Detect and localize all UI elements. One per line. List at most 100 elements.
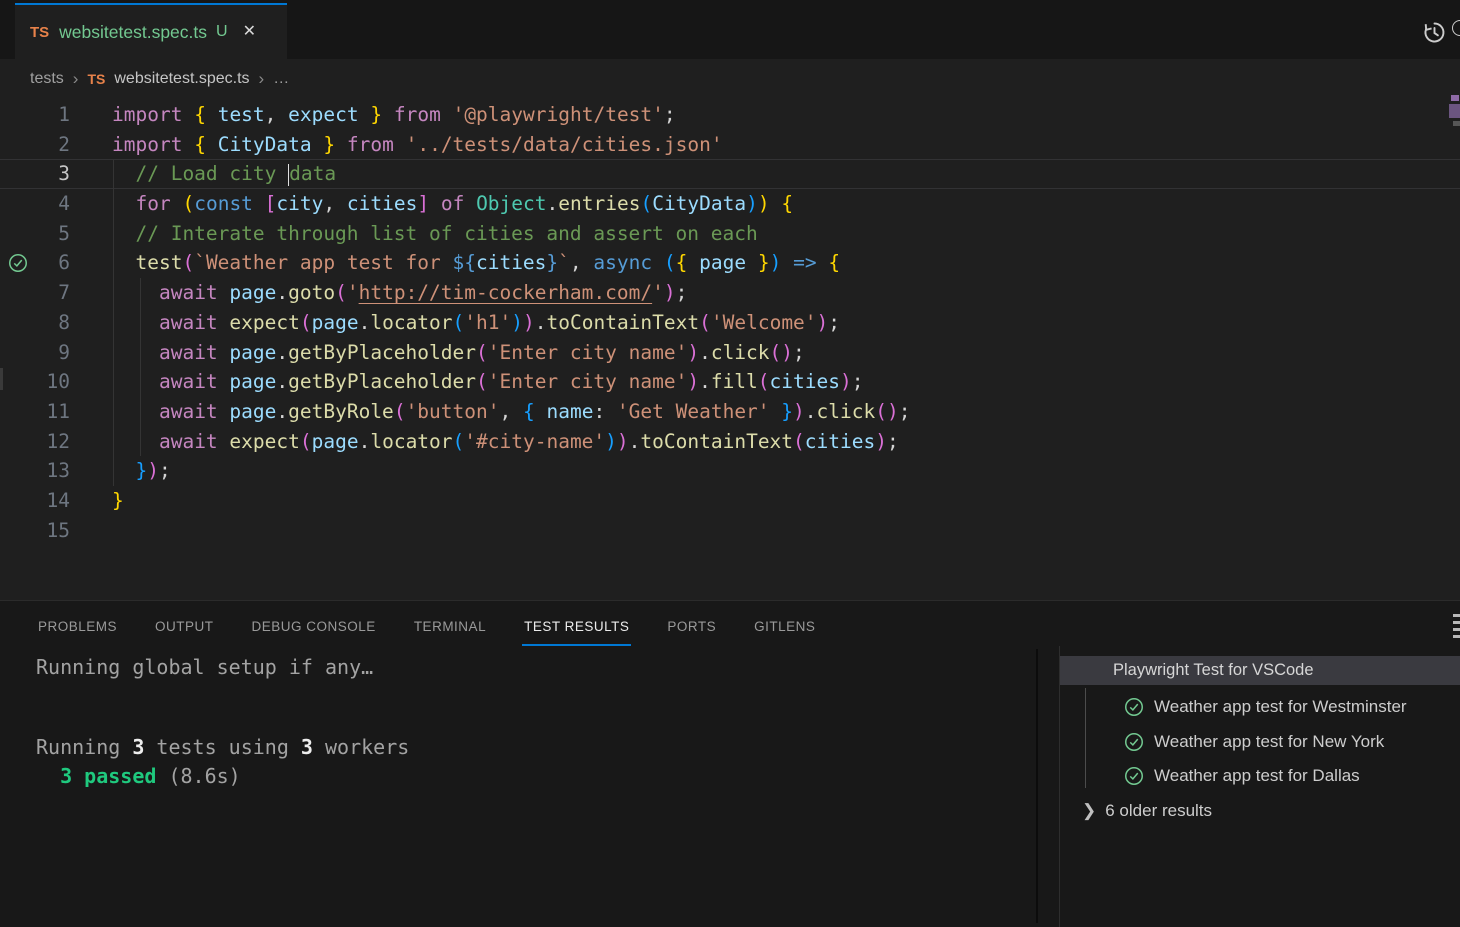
line-number: 2 — [36, 130, 70, 160]
gutter — [0, 367, 36, 397]
gutter-test-passed-icon[interactable] — [0, 248, 36, 278]
line-number: 12 — [36, 427, 70, 457]
code-line[interactable]: 6 test(`Weather app test for ${cities}`,… — [0, 248, 1460, 278]
test-passed-icon — [1124, 697, 1144, 717]
test-results-output[interactable]: Running global setup if any…Running 3 te… — [36, 653, 409, 791]
breadcrumb-file[interactable]: websitetest.spec.ts — [114, 70, 249, 88]
code-text: }); — [70, 456, 171, 486]
panel-tab-test-results[interactable]: TEST RESULTS — [524, 613, 629, 640]
gutter — [0, 486, 36, 516]
panel-splitter[interactable] — [1036, 649, 1038, 923]
panel-tab-gitlens[interactable]: GITLENS — [754, 613, 815, 640]
line-number: 7 — [36, 278, 70, 308]
gutter — [0, 456, 36, 486]
panel-tab-debug-console[interactable]: DEBUG CONSOLE — [252, 613, 376, 640]
code-editor: tests › TS websitetest.spec.ts › … 1impo… — [0, 59, 1460, 600]
code-line[interactable]: 5 // Interate through list of cities and… — [0, 219, 1460, 249]
code-text: await page.goto('http://tim-cockerham.co… — [70, 278, 687, 308]
bottom-panel: PROBLEMS OUTPUT DEBUG CONSOLE TERMINAL TEST … — [0, 600, 1460, 927]
breadcrumb-folder[interactable]: tests — [30, 70, 64, 88]
line-number: 10 — [36, 367, 70, 397]
gutter — [0, 219, 36, 249]
minimap[interactable] — [1451, 95, 1459, 101]
test-result-label: Weather app test for Dallas — [1154, 766, 1360, 786]
test-explorer-header[interactable]: Playwright Test for VSCode — [1060, 656, 1460, 685]
code-text: import { CityData } from '../tests/data/… — [70, 130, 723, 160]
gutter — [0, 100, 36, 130]
minimap[interactable] — [1449, 104, 1460, 118]
code-text: await page.getByPlaceholder('Enter city … — [70, 338, 805, 368]
code-line[interactable]: 1import { test, expect } from '@playwrig… — [0, 100, 1460, 130]
line-number: 14 — [36, 486, 70, 516]
code-line[interactable]: 8 await expect(page.locator('h1')).toCon… — [0, 308, 1460, 338]
line-number: 13 — [36, 456, 70, 486]
code-line[interactable]: 12 await expect(page.locator('#city-name… — [0, 427, 1460, 457]
line-number: 15 — [36, 516, 70, 546]
code-text: await expect(page.locator('#city-name'))… — [70, 427, 899, 457]
code-text: // Load city data — [70, 159, 336, 189]
chevron-right-icon: ❯ — [1082, 801, 1096, 821]
code-line[interactable]: 11 await page.getByRole('button', { name… — [0, 397, 1460, 427]
tab-websitetest-spec[interactable]: TS websitetest.spec.ts U ✕ — [15, 3, 287, 59]
typescript-file-icon: TS — [30, 24, 49, 41]
test-result-row[interactable]: Weather app test for Westminster — [1060, 690, 1460, 725]
panel-tab-output[interactable]: OUTPUT — [155, 613, 214, 640]
gutter — [0, 278, 36, 308]
code-text: await page.getByRole('button', { name: '… — [70, 397, 911, 427]
test-result-label: Weather app test for Westminster — [1154, 697, 1407, 717]
breadcrumb-more[interactable]: … — [273, 70, 289, 88]
panel-tab-terminal[interactable]: TERMINAL — [414, 613, 486, 640]
vscode-window: TS websitetest.spec.ts U ✕ tests › TS we… — [0, 0, 1460, 927]
test-result-row[interactable]: Weather app test for Dallas — [1060, 759, 1460, 794]
code-line[interactable]: 9 await page.getByPlaceholder('Enter cit… — [0, 338, 1460, 368]
code-text: await page.getByPlaceholder('Enter city … — [70, 367, 864, 397]
sash-handle[interactable] — [0, 368, 3, 390]
tree-indent-guide — [1085, 688, 1086, 788]
line-number: 3 — [36, 159, 70, 189]
code-line[interactable]: 15 — [0, 516, 1460, 546]
gutter — [0, 427, 36, 457]
breadcrumb: tests › TS websitetest.spec.ts › … — [30, 65, 289, 93]
typescript-file-icon: TS — [87, 71, 105, 87]
older-results-row[interactable]: ❯ 6 older results — [1060, 794, 1460, 829]
test-result-row[interactable]: Weather app test for New York — [1060, 725, 1460, 760]
git-untracked-badge: U — [216, 23, 228, 41]
code-text: test(`Weather app test for ${cities}`, a… — [70, 248, 840, 278]
line-number: 1 — [36, 100, 70, 130]
test-passed-icon — [1124, 766, 1144, 786]
chevron-right-icon: › — [259, 69, 265, 89]
terminal-line: Running global setup if any… — [36, 653, 409, 682]
code-text: import { test, expect } from '@playwrigh… — [70, 100, 676, 130]
code-lines: 1import { test, expect } from '@playwrig… — [0, 100, 1460, 545]
panel-more-icon[interactable] — [1453, 614, 1460, 638]
code-line[interactable]: 7 await page.goto('http://tim-cockerham.… — [0, 278, 1460, 308]
gutter — [0, 189, 36, 219]
code-line[interactable]: 10 await page.getByPlaceholder('Enter ci… — [0, 367, 1460, 397]
gutter — [0, 130, 36, 160]
code-text: // Interate through list of cities and a… — [70, 219, 758, 249]
line-number: 9 — [36, 338, 70, 368]
minimap[interactable] — [1453, 121, 1460, 126]
panel-tab-problems[interactable]: PROBLEMS — [38, 613, 117, 640]
code-text: for (const [city, cities] of Object.entr… — [70, 189, 793, 219]
history-icon[interactable] — [1421, 19, 1448, 46]
terminal-line: 3 passed (8.6s) — [36, 762, 409, 791]
close-tab-icon[interactable]: ✕ — [243, 24, 256, 40]
partial-circle-icon[interactable] — [1452, 20, 1460, 36]
test-result-list: Weather app test for Westminster Weather … — [1060, 690, 1460, 828]
editor-actions — [1421, 19, 1448, 46]
code-line[interactable]: 13 }); — [0, 456, 1460, 486]
line-number: 5 — [36, 219, 70, 249]
older-results-label: 6 older results — [1105, 801, 1212, 821]
code-line[interactable]: 2import { CityData } from '../tests/data… — [0, 130, 1460, 160]
editor-tab-bar: TS websitetest.spec.ts U ✕ — [0, 0, 1460, 59]
code-text: } — [70, 486, 124, 516]
panel-tab-ports[interactable]: PORTS — [667, 613, 716, 640]
line-number: 6 — [36, 248, 70, 278]
chevron-right-icon: › — [73, 69, 79, 89]
code-line[interactable]: 4 for (const [city, cities] of Object.en… — [0, 189, 1460, 219]
code-line[interactable]: 3 // Load city data — [0, 159, 1460, 189]
line-number: 4 — [36, 189, 70, 219]
tab-filename: websitetest.spec.ts — [59, 22, 207, 43]
code-line[interactable]: 14} — [0, 486, 1460, 516]
